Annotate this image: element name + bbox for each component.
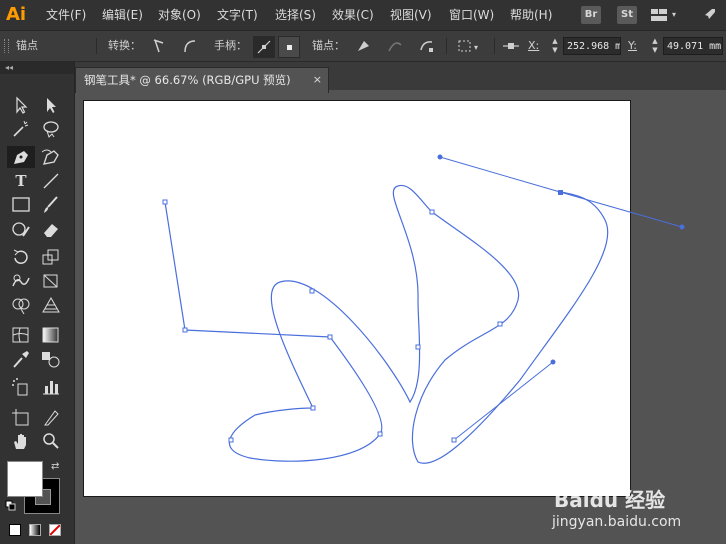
path-overlay[interactable] [0,0,726,544]
anchor-points[interactable] [162,199,503,443]
watermark: Baidu 经验 jingyan.baidu.com [548,478,718,538]
selected-anchor-point[interactable] [558,190,563,195]
watermark-text: Baidu 经验 [554,488,666,512]
watermark-url: jingyan.baidu.com [552,514,682,530]
handle-points[interactable] [437,154,685,365]
drawn-path[interactable] [164,184,609,464]
direction-lines [439,156,683,441]
